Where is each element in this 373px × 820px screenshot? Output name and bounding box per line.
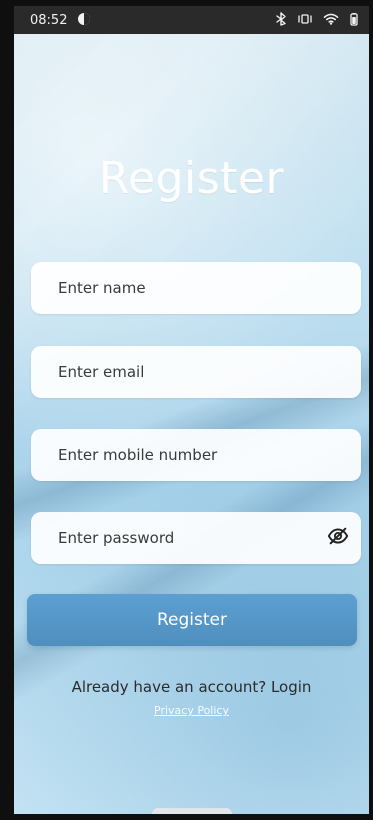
gesture-nav-pill[interactable] — [151, 808, 232, 814]
status-bar: 08:52 — [14, 6, 369, 34]
email-field[interactable] — [31, 346, 361, 398]
email-input[interactable] — [56, 362, 347, 382]
toggle-password-visibility-button[interactable] — [326, 524, 351, 552]
status-left: 08:52 — [30, 12, 91, 28]
privacy-policy-link[interactable]: Privacy Policy — [154, 704, 229, 717]
password-field[interactable] — [31, 512, 361, 564]
wifi-icon — [323, 13, 339, 27]
mobile-field[interactable] — [31, 429, 361, 481]
mobile-input[interactable] — [56, 445, 347, 465]
bluetooth-icon — [275, 12, 287, 28]
vibrate-icon — [297, 13, 313, 27]
name-field[interactable] — [31, 262, 361, 314]
login-link[interactable]: Already have an account? Login — [72, 678, 312, 696]
phone-screen: 08:52 Register Enter name Enter email En… — [14, 6, 369, 814]
eye-off-icon — [327, 525, 349, 551]
status-time: 08:52 — [30, 12, 68, 28]
password-input[interactable] — [56, 528, 326, 548]
status-right — [275, 12, 359, 28]
battery-icon — [349, 12, 359, 28]
login-prompt: Already have an account? Login — [14, 678, 369, 696]
register-button[interactable]: Register — [27, 594, 357, 646]
circle-half-icon — [77, 12, 91, 28]
privacy-policy: Privacy Policy — [14, 704, 369, 717]
background — [14, 34, 369, 814]
name-input[interactable] — [56, 278, 347, 298]
page-title: Register — [98, 153, 285, 204]
